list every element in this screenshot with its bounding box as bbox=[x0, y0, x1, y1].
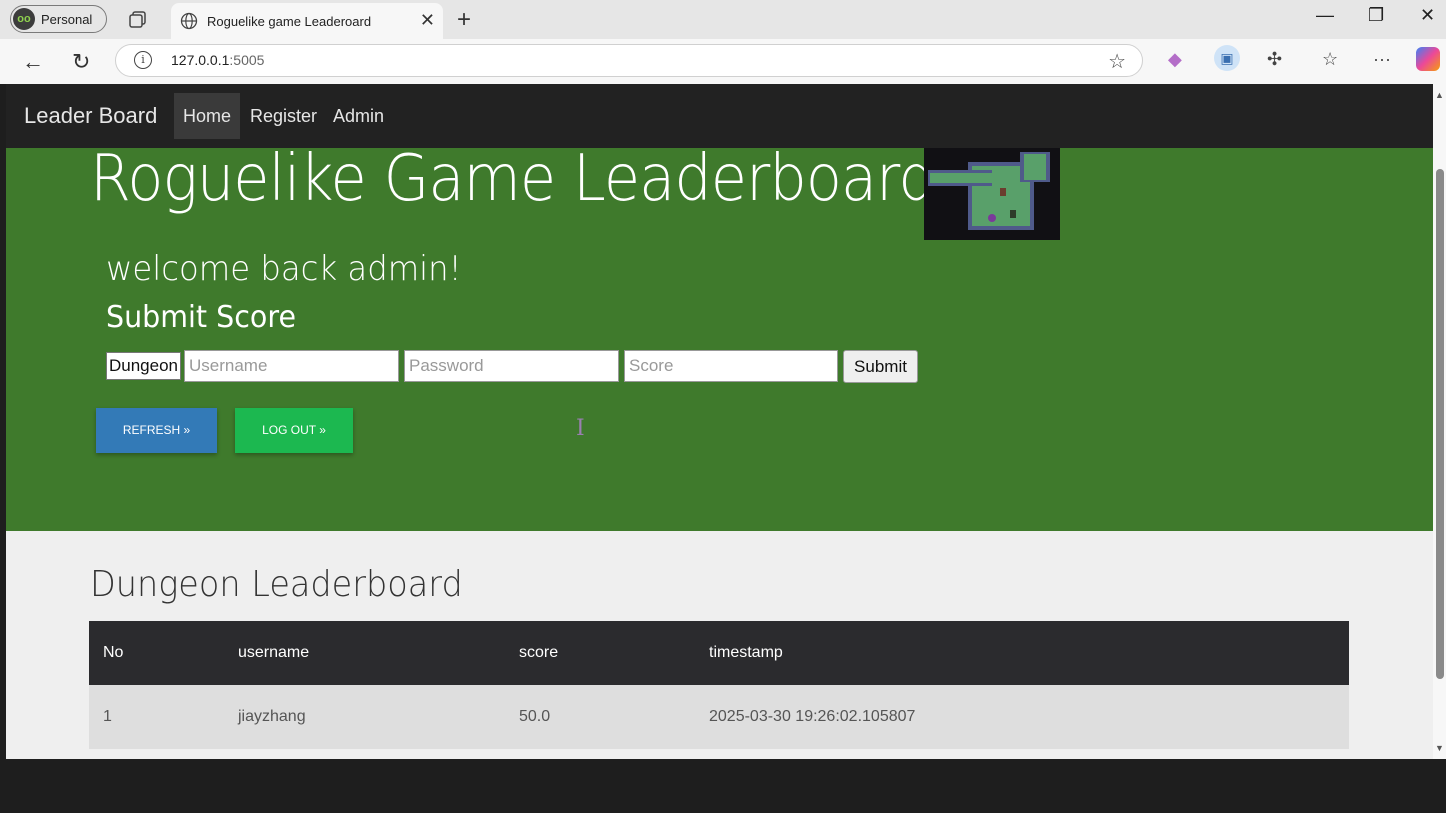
navbar-brand[interactable]: Leader Board bbox=[24, 103, 157, 129]
globe-icon bbox=[180, 12, 198, 30]
header-score: score bbox=[519, 644, 559, 661]
welcome-message: welcome back admin! bbox=[106, 249, 462, 289]
browser-tab-active[interactable]: Roguelike game Leaderoard ✕ bbox=[171, 3, 443, 39]
page-title: Roguelike Game Leaderboard bbox=[90, 142, 936, 216]
browser-tab-bar: oo Personal Roguelike game Leaderoard ✕ … bbox=[0, 0, 1446, 39]
refresh-button[interactable]: REFRESH » bbox=[96, 408, 217, 453]
username-input[interactable]: Username bbox=[184, 350, 399, 382]
password-input[interactable]: Password bbox=[404, 350, 619, 382]
nav-register[interactable]: Register bbox=[241, 93, 326, 139]
profile-label: Personal bbox=[41, 11, 93, 27]
leaderboard-title: Dungeon Leaderboard bbox=[90, 564, 463, 605]
browser-address-bar: ← ↻ i 127.0.0.1:5005 ☆ ◆ ▣ ✣ ☆ ··· bbox=[0, 39, 1446, 84]
tab-title: Roguelike game Leaderoard bbox=[207, 13, 372, 29]
reload-icon[interactable]: ↻ bbox=[72, 49, 90, 75]
restore-icon[interactable]: ❐ bbox=[1368, 5, 1384, 26]
dungeon-game-screenshot-image bbox=[924, 148, 1060, 240]
page-viewport: Leader Board Home Register Admin Rogueli… bbox=[6, 84, 1433, 759]
hero-section: Roguelike Game Leaderboard welcome back … bbox=[6, 142, 1433, 531]
minimize-icon[interactable]: — bbox=[1316, 5, 1334, 26]
page-scrollbar[interactable]: ▲ ▼ bbox=[1433, 84, 1446, 759]
favorites-icon[interactable]: ☆ bbox=[1322, 49, 1338, 70]
site-info-icon[interactable]: i bbox=[134, 51, 152, 69]
submit-score-heading: Submit Score bbox=[106, 300, 296, 335]
new-tab-icon[interactable]: + bbox=[457, 6, 471, 34]
more-options-icon[interactable]: ··· bbox=[1373, 49, 1391, 70]
nav-admin[interactable]: Admin bbox=[324, 93, 393, 139]
logout-button[interactable]: LOG OUT » bbox=[235, 408, 353, 453]
location-pin-icon[interactable]: ◆ bbox=[1168, 49, 1182, 70]
taskbar-strip bbox=[0, 759, 1446, 813]
copilot-icon[interactable] bbox=[1416, 47, 1440, 71]
extension-icon[interactable]: ▣ bbox=[1214, 45, 1240, 71]
profile-button[interactable]: oo Personal bbox=[10, 5, 107, 33]
scroll-down-icon[interactable]: ▼ bbox=[1435, 743, 1444, 753]
table-row: 1 jiayzhang 50.0 2025-03-30 19:26:02.105… bbox=[89, 685, 1349, 749]
scrollbar-thumb[interactable] bbox=[1436, 169, 1444, 679]
cell-no: 1 bbox=[103, 708, 112, 725]
cell-timestamp: 2025-03-30 19:26:02.105807 bbox=[709, 708, 916, 725]
submit-button[interactable]: Submit bbox=[843, 350, 918, 383]
back-arrow-icon[interactable]: ← bbox=[22, 49, 44, 75]
header-no: No bbox=[103, 644, 124, 661]
game-select[interactable]: Dungeon bbox=[106, 352, 182, 380]
url-field[interactable]: i 127.0.0.1:5005 ☆ bbox=[115, 44, 1143, 77]
text-cursor-icon: I bbox=[576, 416, 585, 441]
url-text: 127.0.0.1:5005 bbox=[171, 52, 265, 68]
score-input[interactable]: Score bbox=[624, 350, 838, 382]
cell-score: 50.0 bbox=[519, 708, 551, 725]
cell-username: jiayzhang bbox=[238, 708, 306, 725]
table-header-row: No username score timestamp bbox=[89, 621, 1349, 685]
favorite-star-icon[interactable]: ☆ bbox=[1108, 49, 1126, 74]
scroll-up-icon[interactable]: ▲ bbox=[1435, 90, 1444, 100]
tab-actions-icon[interactable] bbox=[128, 9, 148, 29]
header-timestamp: timestamp bbox=[709, 644, 783, 661]
leaderboard-table: No username score timestamp 1 jiayzhang … bbox=[89, 621, 1349, 749]
site-navbar: Leader Board Home Register Admin bbox=[6, 84, 1433, 148]
close-tab-icon[interactable]: ✕ bbox=[420, 11, 435, 29]
close-window-icon[interactable]: ✕ bbox=[1420, 5, 1435, 26]
profile-avatar-icon: oo bbox=[13, 8, 35, 30]
header-username: username bbox=[238, 644, 310, 661]
extensions-puzzle-icon[interactable]: ✣ bbox=[1267, 49, 1282, 70]
nav-home[interactable]: Home bbox=[174, 93, 241, 139]
